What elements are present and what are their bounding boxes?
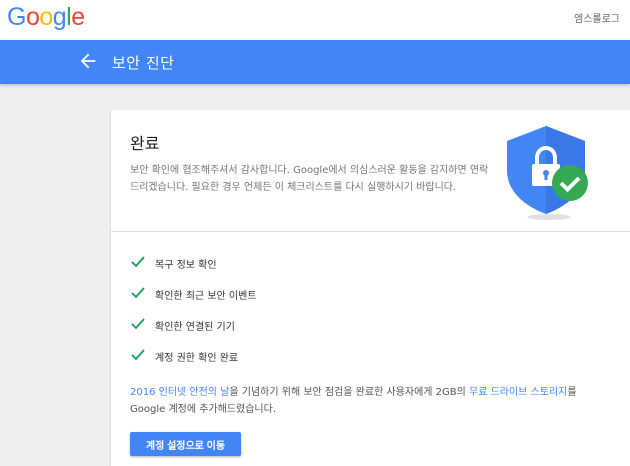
account-settings-button[interactable]: 계정 설정으로 이동 (130, 432, 241, 456)
arrow-back-icon[interactable] (77, 49, 99, 73)
list-item: 복구 정보 확인 (131, 256, 257, 287)
check-icon (131, 256, 145, 268)
list-item-label: 복구 정보 확인 (155, 260, 217, 271)
list-item: 확인한 연결된 기기 (131, 318, 257, 349)
list-item-label: 계정 권한 확인 완료 (155, 353, 239, 364)
logo-letter: G (7, 3, 26, 31)
promo-text-part: 을 기념하기 위해 보안 점검을 완료한 사용자에게 2GB의 (229, 387, 469, 398)
page-title: 보안 진단 (112, 54, 175, 72)
safer-internet-day-link[interactable]: 2016 인터넷 안전의 날 (130, 387, 229, 398)
completion-card: 완료 보안 확인에 협조해주셔서 감사합니다. Google에서 의심스러운 활… (111, 110, 630, 466)
divider (111, 231, 630, 232)
check-icon (131, 349, 145, 361)
free-drive-storage-link[interactable]: 무료 드라이브 스토리지 (469, 387, 567, 398)
list-item: 확인한 최근 보안 이벤트 (131, 287, 257, 318)
page-toolbar: 보안 진단 (0, 40, 630, 84)
account-name[interactable]: 엠스롤로그 (574, 10, 620, 25)
shield-lock-check-icon (507, 126, 588, 220)
promo-text: 2016 인터넷 안전의 날을 기념하기 위해 보안 점검을 완료한 사용자에게… (130, 384, 610, 418)
list-item-label: 확인한 연결된 기기 (155, 322, 235, 333)
card-title: 완료 (130, 134, 160, 153)
check-icon (131, 287, 145, 299)
checklist: 복구 정보 확인 확인한 최근 보안 이벤트 확인한 연결된 기기 계정 권한 … (131, 256, 257, 380)
logo-letter: o (39, 3, 53, 31)
google-logo[interactable]: Google (7, 3, 85, 32)
top-bar: Google 엠스롤로그 (0, 0, 630, 40)
list-item-label: 확인한 최근 보안 이벤트 (155, 291, 257, 302)
logo-letter: e (71, 3, 85, 31)
logo-letter: o (25, 3, 40, 31)
card-description: 보안 확인에 협조해주셔서 감사합니다. Google에서 의심스러운 활동을 … (130, 165, 489, 193)
list-item: 계정 권한 확인 완료 (131, 349, 257, 380)
logo-letter: g (52, 3, 67, 31)
check-icon (131, 318, 145, 330)
